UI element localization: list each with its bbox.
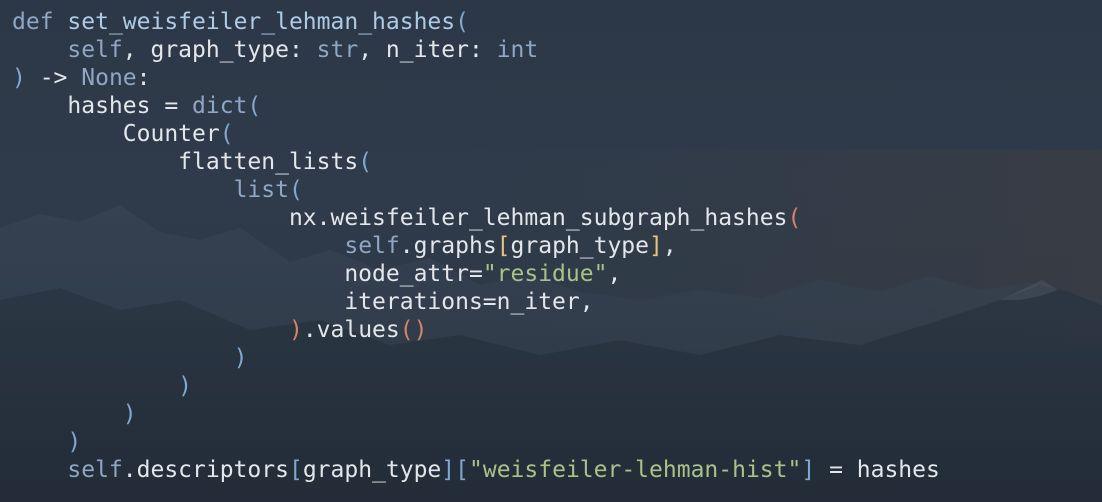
code-block: def set_weisfeiler_lehman_hashes( self, … xyxy=(12,8,940,484)
code-token: .descriptors xyxy=(122,457,289,483)
code-token: ( xyxy=(288,177,303,203)
code-line[interactable]: node_attr="residue", xyxy=(12,260,940,288)
code-token: ( xyxy=(247,93,262,119)
code-token: .values xyxy=(302,317,400,343)
code-token: "weisfeiler-lehman-hist" xyxy=(469,457,802,483)
code-token: node_attr= xyxy=(12,261,483,287)
code-token: , graph_type: xyxy=(122,37,317,63)
code-token: hashes = xyxy=(12,93,193,119)
code-line[interactable]: iterations=n_iter, xyxy=(12,288,940,316)
code-token: set_weisfeiler_lehman_hashes xyxy=(67,9,456,35)
code-token: ) xyxy=(12,65,26,91)
code-line[interactable]: ) xyxy=(12,344,940,372)
code-token: def xyxy=(12,9,54,35)
code-token: ] xyxy=(801,457,816,483)
code-token: ] xyxy=(441,457,456,483)
code-token: Counter xyxy=(12,121,220,147)
code-line[interactable]: def set_weisfeiler_lehman_hashes( xyxy=(12,8,940,36)
code-line[interactable]: ).values() xyxy=(12,316,940,344)
code-editor[interactable]: def set_weisfeiler_lehman_hashes( self, … xyxy=(0,0,1102,502)
code-token: [ xyxy=(496,233,511,259)
code-token: dict xyxy=(192,93,248,119)
code-token: ) xyxy=(233,345,248,371)
code-line[interactable]: self.graphs[graph_type], xyxy=(12,232,940,260)
code-line[interactable]: ) xyxy=(12,428,940,456)
code-token: nx.weisfeiler_lehman_subgraph_hashes xyxy=(12,205,788,231)
code-token: , xyxy=(607,261,622,287)
code-line[interactable]: Counter( xyxy=(12,120,940,148)
code-token: int xyxy=(496,37,539,63)
code-line[interactable]: flatten_lists( xyxy=(12,148,940,176)
code-token: ( xyxy=(787,205,802,231)
code-token: flatten_lists xyxy=(12,149,359,175)
code-token: list xyxy=(233,177,289,203)
code-token: self xyxy=(344,233,400,259)
code-token: : xyxy=(136,65,151,91)
code-line[interactable]: list( xyxy=(12,176,940,204)
code-line[interactable]: self, graph_type: str, n_iter: int xyxy=(12,36,940,64)
code-token: self xyxy=(67,457,123,483)
code-token: "residue" xyxy=(482,261,608,287)
code-token: .graphs xyxy=(399,233,497,259)
code-token: = hashes xyxy=(815,457,940,483)
code-token: iterations=n_iter, xyxy=(12,289,594,315)
code-token: ( xyxy=(358,149,373,175)
code-token: ) xyxy=(178,373,193,399)
code-token: , n_iter: xyxy=(358,37,497,63)
code-token: ( xyxy=(455,9,469,35)
code-token: ) xyxy=(122,401,137,427)
code-token: -> xyxy=(25,65,82,91)
code-line[interactable]: ) xyxy=(12,400,940,428)
code-token: graph_type xyxy=(302,457,442,483)
code-token: () xyxy=(399,317,428,343)
code-token: [ xyxy=(455,457,470,483)
code-line[interactable]: self.descriptors[graph_type]["weisfeiler… xyxy=(12,456,940,484)
code-token: ) xyxy=(67,429,82,455)
code-line[interactable]: ) -> None: xyxy=(12,64,940,92)
code-line[interactable]: nx.weisfeiler_lehman_subgraph_hashes( xyxy=(12,204,940,232)
code-token: graph_type xyxy=(510,233,650,259)
code-line[interactable]: hashes = dict( xyxy=(12,92,940,120)
code-token: self xyxy=(67,37,123,63)
code-token: ) xyxy=(288,317,303,343)
code-token: ( xyxy=(219,121,234,147)
code-token: str xyxy=(316,37,359,63)
code-line[interactable]: ) xyxy=(12,372,940,400)
code-token: ] xyxy=(649,233,663,259)
code-token: , xyxy=(662,233,677,259)
code-token: [ xyxy=(288,457,303,483)
code-token: None xyxy=(81,65,137,91)
